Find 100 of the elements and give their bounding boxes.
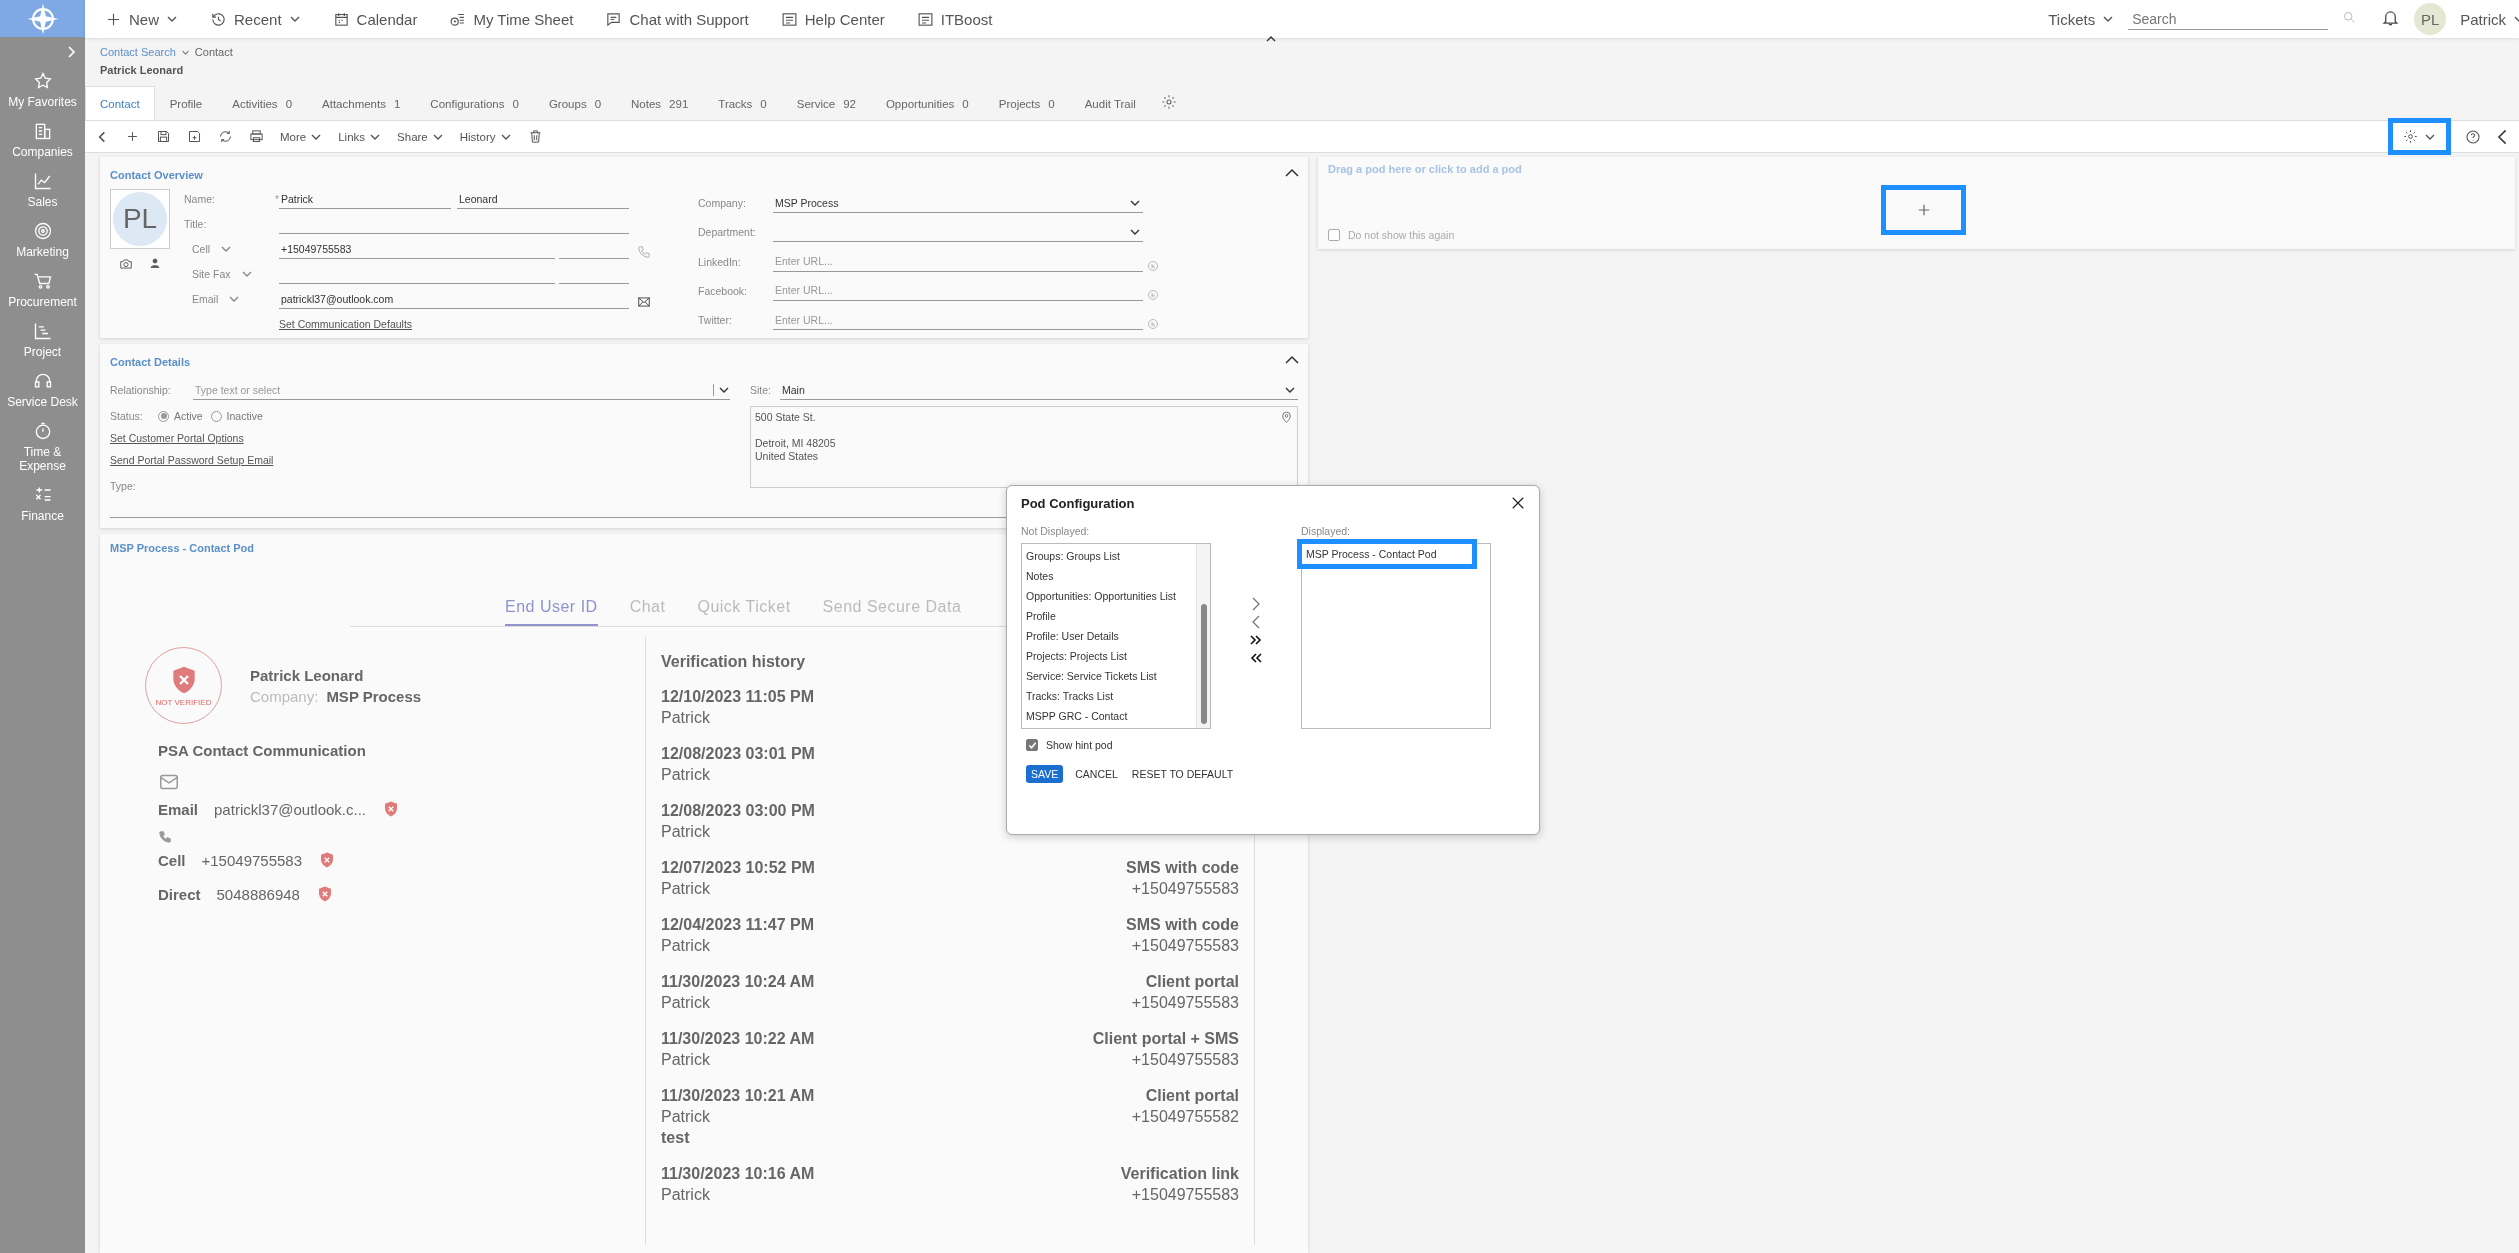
save-close-icon[interactable] [187,129,202,144]
history-user: Patrick [661,936,711,956]
save-icon[interactable] [156,129,171,144]
checkbox[interactable] [1328,229,1340,241]
history-phone: +15049755583 [1131,993,1239,1013]
nav-menu-item[interactable]: Chat with Support [605,10,749,28]
first-name-field[interactable]: Patrick [279,189,451,209]
field-label: Relationship: [110,384,172,396]
headset-icon [32,371,53,391]
user-avatar[interactable]: PL [2414,3,2447,35]
tab[interactable]: Attachments 1 [307,86,416,120]
list-item[interactable]: MSP Process - Contact Pod [1297,539,1477,569]
list-item[interactable]: Service: Service Tickets List [1026,670,1157,682]
list-item[interactable]: Tracks: Tracks List [1026,690,1114,702]
field-label: Site: [750,384,772,396]
search-field[interactable]: Search [2128,8,2329,30]
refresh-icon[interactable] [218,129,233,144]
tab[interactable]: Tracks 0 [703,86,782,120]
tab[interactable]: Service 92 [781,86,871,120]
tab[interactable]: Projects 0 [983,86,1070,120]
nav-menu-item[interactable]: New [105,10,178,28]
site-select[interactable]: Main [780,380,1298,400]
list-item[interactable]: MSPP GRC - Contact [1026,710,1128,722]
nav-menu-item[interactable]: ITBoost [916,10,993,28]
last-name-field[interactable]: Leonard [457,189,629,209]
phone-field[interactable]: +15049755583 [279,239,555,259]
tab[interactable]: Opportunities 0 [870,86,984,120]
history-method: Client portal + SMS [1092,1029,1239,1049]
history-title: Verification history [661,653,806,671]
portal-link[interactable]: Send Portal Password Setup Email [110,454,274,466]
compass-logo[interactable] [0,0,85,37]
print-icon[interactable] [249,129,264,144]
person-icon[interactable] [149,257,161,269]
set-defaults-link[interactable]: Set Communication Defaults [279,318,413,330]
tab[interactable]: Contact [85,86,155,120]
nav-menu-item[interactable]: Help Center [780,10,885,28]
toolbar-menu[interactable]: Links [338,130,382,143]
dialog-button[interactable]: RESET TO DEFAULT [1129,765,1236,783]
not-displayed-list[interactable]: Groups: Groups List Notes Opportunities: Opportunities List Profile Profile: User Details Projects: Projects List Service: Service Tickets List Tracks: Tracks List MSPP GRC - Contact [1021,543,1211,729]
list-item[interactable]: Profile: User Details [1026,630,1119,642]
nav-menu-item[interactable]: Calendar [332,10,418,28]
tab[interactable]: Profile [154,86,218,120]
scrollbar-thumb[interactable] [1201,604,1207,724]
tickets-menu[interactable]: Tickets [2048,10,2115,28]
camera-icon[interactable] [119,257,133,271]
toolbar-menu[interactable]: More [280,130,323,143]
status-radio[interactable]: Active [158,410,203,422]
list-item[interactable]: Opportunities: Opportunities List [1026,590,1176,602]
user-menu[interactable]: Patrick [2460,10,2519,28]
add-pod-button[interactable] [1881,185,1966,235]
chart-icon [32,171,53,191]
chat-icon [605,10,623,28]
email-field[interactable]: patrickl37@outlook.com [279,289,629,309]
list-label: Not Displayed: [1021,525,1091,537]
tab[interactable]: Activities 0 [217,86,308,120]
list-item[interactable]: Groups: Groups List [1026,550,1120,562]
url-field[interactable]: Enter URL... [773,251,1143,272]
history-date: 12/04/2023 11:47 PM [661,915,814,935]
shield-x-icon [382,800,400,818]
portal-link[interactable]: Set Customer Portal Options [110,432,244,444]
dialog-button[interactable]: CANCEL [1073,765,1120,783]
settings-button[interactable] [2388,118,2451,155]
list-label: Displayed: [1301,525,1352,537]
company-select[interactable]: MSP Process [773,193,1143,214]
collapse-icon[interactable] [1265,34,1277,44]
email-type-select[interactable]: Email [192,293,241,305]
help-icon[interactable] [2465,128,2481,145]
tab[interactable]: Groups 0 [533,86,617,120]
expand-icon[interactable] [65,45,77,59]
list-item[interactable]: Notes [1026,570,1054,582]
target-icon [32,221,53,241]
dropdown-button[interactable] [713,383,730,396]
phone-icon [158,830,172,844]
tab[interactable]: Notes 291 [616,86,704,120]
list-item[interactable]: Profile [1026,610,1056,622]
gear-icon[interactable] [1160,94,1177,110]
communication-title: PSA Contact Communication [158,742,367,759]
plus-icon[interactable] [125,129,140,144]
tab[interactable]: Configurations 0 [415,86,534,120]
url-field[interactable]: Enter URL... [773,280,1143,301]
toolbar-menu[interactable]: Share [397,130,444,143]
list-item[interactable]: Projects: Projects List [1026,650,1127,662]
tab[interactable]: Audit Trail [1069,86,1151,120]
checkbox[interactable] [1026,739,1038,751]
save-button[interactable]: SAVE [1026,765,1064,783]
document-icon [916,10,934,28]
channel-label: Direct [158,885,201,903]
phone-type-select[interactable]: Cell [192,243,233,255]
envelope-icon[interactable] [637,295,651,309]
status-radio[interactable]: Inactive [210,410,263,422]
history-date: 11/30/2023 10:22 AM [661,1029,815,1049]
nav-menu-item[interactable]: Recent [210,10,301,28]
toolbar-menu[interactable]: History [459,130,512,143]
map-pin-icon[interactable] [1280,411,1293,424]
phone-type-select[interactable]: Site Fax [192,268,253,280]
history-date: 12/08/2023 03:01 PM [661,744,815,764]
nav-menu-item[interactable]: My Time Sheet [449,10,574,28]
bell-icon[interactable] [2381,8,2401,27]
url-field[interactable]: Enter URL... [773,310,1143,330]
relationship-field[interactable]: Type text or select [193,379,709,400]
